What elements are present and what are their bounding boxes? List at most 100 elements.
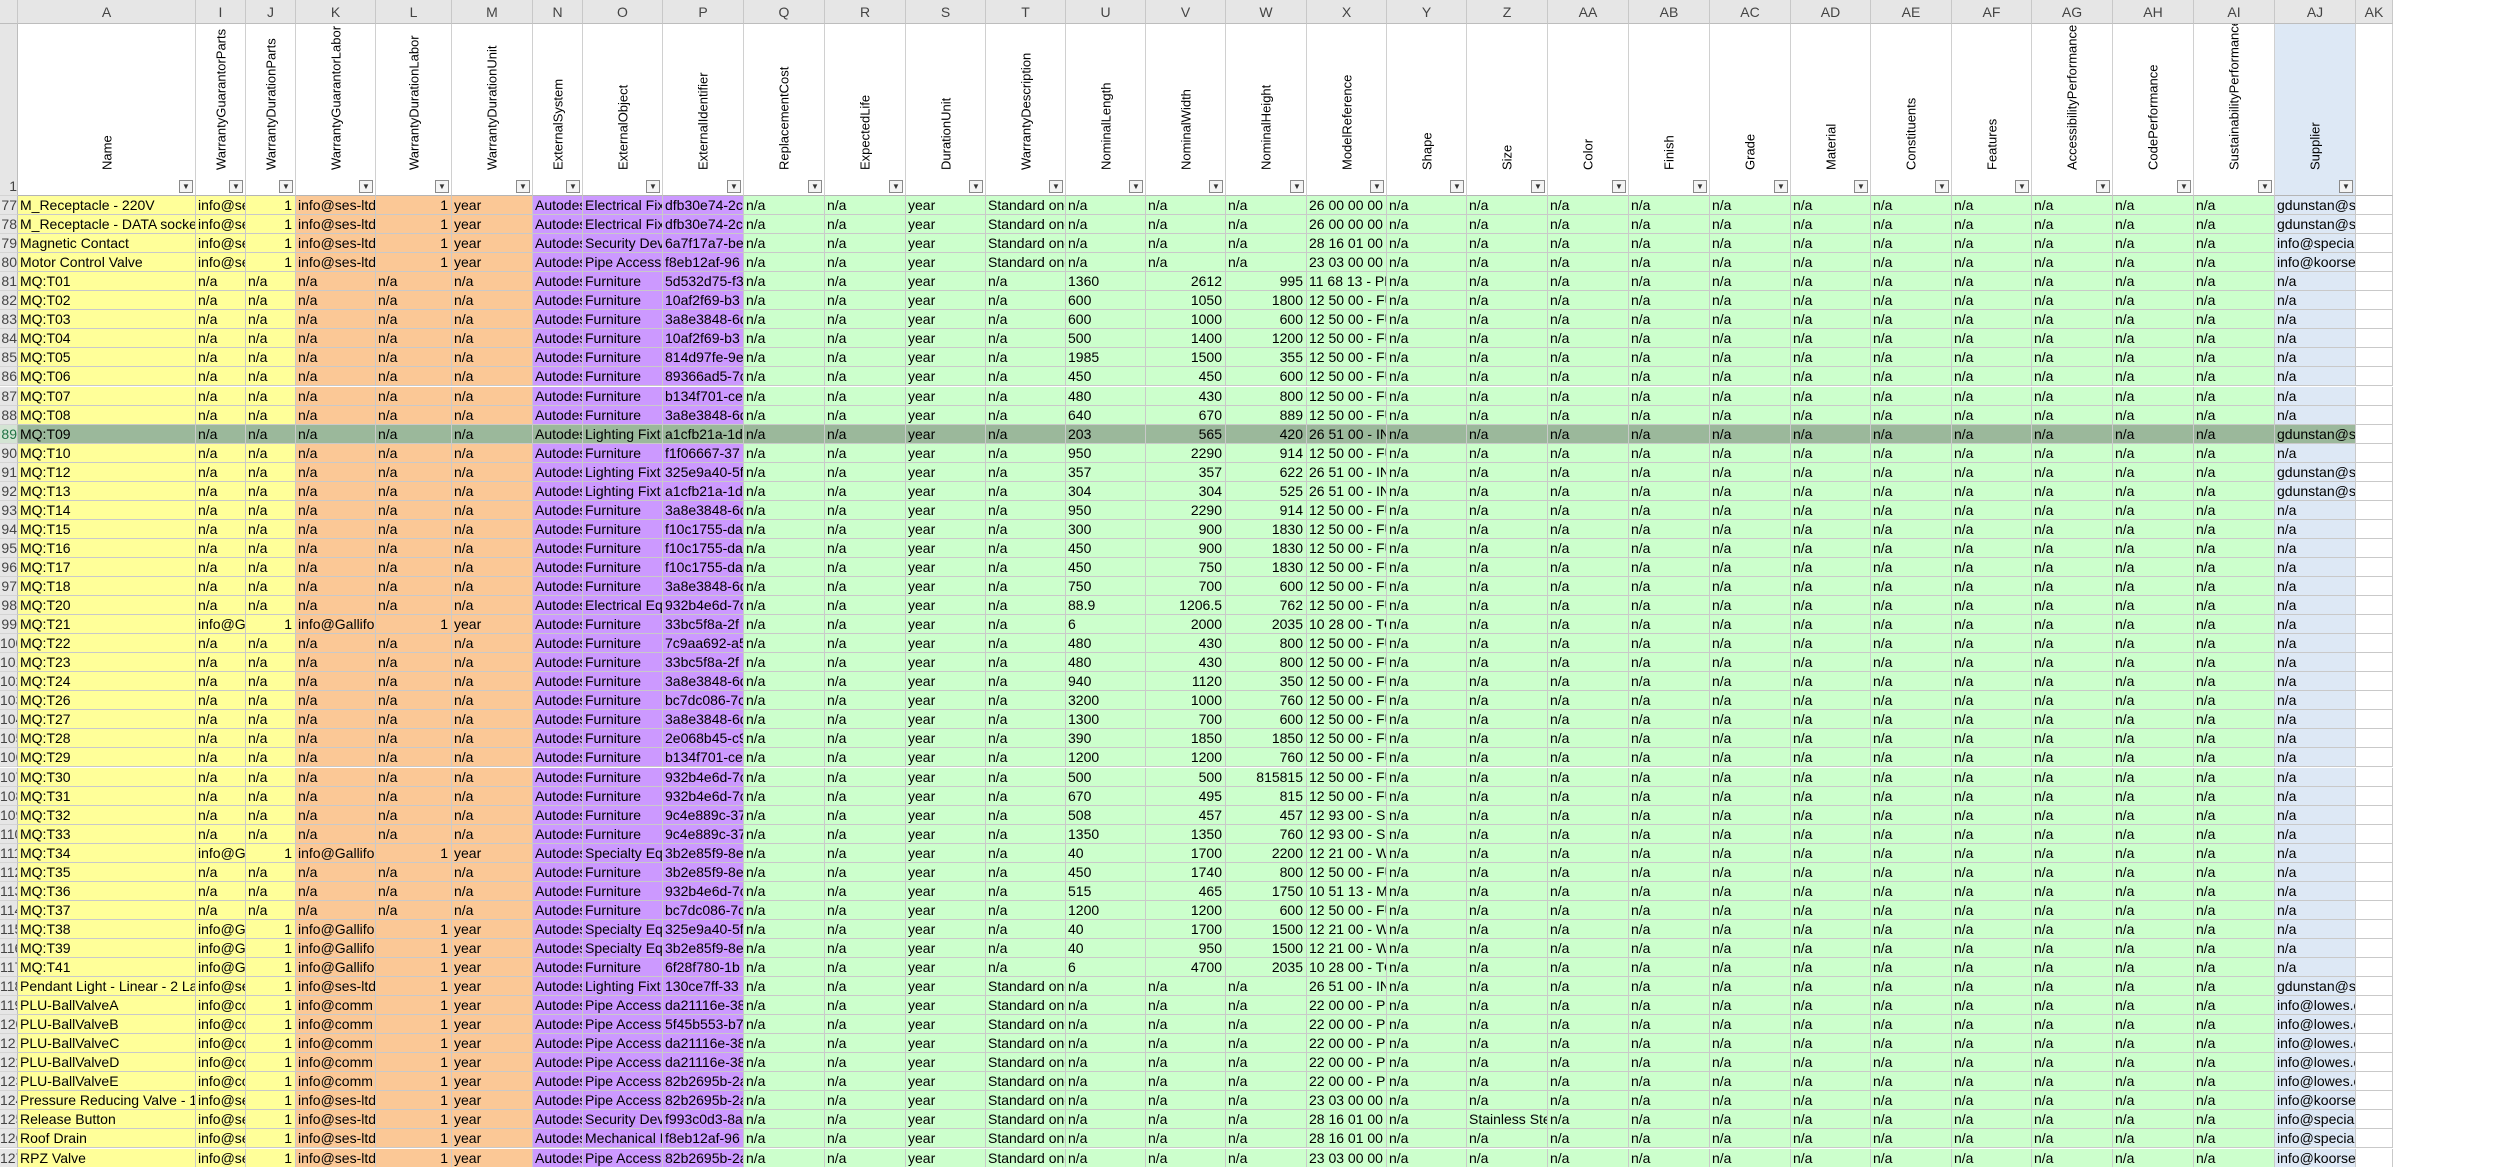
cell-name[interactable]: MQ:T18 <box>18 577 196 597</box>
cell-warrantydurationlabor[interactable]: 1 <box>376 843 452 863</box>
cell-warrantydescription[interactable]: n/a <box>986 653 1066 673</box>
cell-warrantydescription[interactable]: n/a <box>986 672 1066 692</box>
cell-name[interactable]: MQ:T31 <box>18 786 196 806</box>
cell-material[interactable]: n/a <box>1791 958 1871 978</box>
cell-constituents[interactable]: n/a <box>1871 348 1952 368</box>
cell-finish[interactable]: n/a <box>1629 253 1710 273</box>
cell-grade[interactable]: n/a <box>1710 462 1791 482</box>
header-cell-o[interactable]: ExternalObject ▼ <box>583 24 663 196</box>
cell-finish[interactable]: n/a <box>1629 958 1710 978</box>
cell-warrantydurationunit[interactable]: n/a <box>452 596 533 616</box>
cell-size[interactable]: n/a <box>1467 634 1548 654</box>
cell-warrantydurationparts[interactable]: 1 <box>246 1034 296 1054</box>
cell-warrantydescription[interactable]: Standard one <box>986 196 1066 216</box>
cell-warrantyguarantorparts[interactable]: n/a <box>196 538 246 558</box>
cell-empty[interactable] <box>2356 653 2393 673</box>
cell-warrantyguarantorparts[interactable]: n/a <box>196 805 246 825</box>
cell-durationunit[interactable]: year <box>906 843 986 863</box>
cell-externalsystem[interactable]: Autodesk Re <box>533 1091 583 1111</box>
cell-nominallength[interactable]: n/a <box>1066 977 1146 997</box>
column-letter-m[interactable]: M <box>452 0 533 24</box>
cell-replacementcost[interactable]: n/a <box>744 786 825 806</box>
cell-warrantyguarantorlabor[interactable]: n/a <box>296 653 376 673</box>
cell-warrantyguarantorlabor[interactable]: info@Gallifo <box>296 938 376 958</box>
cell-sustainabilityperformance[interactable]: n/a <box>2194 672 2275 692</box>
cell-accessibilityperformance[interactable]: n/a <box>2032 786 2113 806</box>
cell-externalsystem[interactable]: Autodesk Re <box>533 919 583 939</box>
header-cell-z[interactable]: Size ▼ <box>1467 24 1548 196</box>
cell-codeperformance[interactable]: n/a <box>2113 596 2194 616</box>
cell-nominalwidth[interactable]: 495 <box>1146 786 1226 806</box>
cell-constituents[interactable]: n/a <box>1871 310 1952 330</box>
header-cell-s[interactable]: DurationUnit ▼ <box>906 24 986 196</box>
cell-warrantydescription[interactable]: Standard one <box>986 977 1066 997</box>
cell-warrantydurationunit[interactable]: year <box>452 1015 533 1035</box>
cell-features[interactable]: n/a <box>1952 519 2032 539</box>
cell-codeperformance[interactable]: n/a <box>2113 424 2194 444</box>
cell-warrantydescription[interactable]: n/a <box>986 367 1066 387</box>
header-cell-ag[interactable]: AccessibilityPerformance ▼ <box>2032 24 2113 196</box>
cell-externalobject[interactable]: Security Dev <box>583 234 663 254</box>
cell-modelreference[interactable]: 11 68 13 - PL <box>1307 272 1387 292</box>
cell-nominalwidth[interactable]: 900 <box>1146 519 1226 539</box>
cell-warrantyguarantorparts[interactable]: n/a <box>196 500 246 520</box>
cell-durationunit[interactable]: year <box>906 538 986 558</box>
cell-externalsystem[interactable]: Autodesk Re <box>533 386 583 406</box>
cell-constituents[interactable]: n/a <box>1871 615 1952 635</box>
cell-warrantydurationparts[interactable]: n/a <box>246 519 296 539</box>
cell-shape[interactable]: n/a <box>1387 748 1467 768</box>
cell-nominallength[interactable]: 670 <box>1066 786 1146 806</box>
cell-warrantydurationparts[interactable]: 1 <box>246 919 296 939</box>
cell-durationunit[interactable]: year <box>906 1015 986 1035</box>
cell-finish[interactable]: n/a <box>1629 215 1710 235</box>
cell-shape[interactable]: n/a <box>1387 596 1467 616</box>
row-number[interactable]: 109 <box>0 805 18 825</box>
cell-warrantydurationlabor[interactable]: n/a <box>376 348 452 368</box>
cell-supplier[interactable]: n/a <box>2275 577 2356 597</box>
cell-warrantydescription[interactable]: n/a <box>986 538 1066 558</box>
cell-supplier[interactable]: info@lowes.com <box>2275 996 2356 1016</box>
cell-accessibilityperformance[interactable]: n/a <box>2032 253 2113 273</box>
row-number[interactable]: 1 <box>0 24 18 196</box>
cell-externalobject[interactable]: Furniture <box>583 748 663 768</box>
cell-nominalwidth[interactable]: n/a <box>1146 1129 1226 1149</box>
cell-warrantydescription[interactable]: Standard one <box>986 1072 1066 1092</box>
cell-nominalheight[interactable]: n/a <box>1226 196 1307 216</box>
cell-nominalheight[interactable]: 800 <box>1226 862 1307 882</box>
cell-replacementcost[interactable]: n/a <box>744 824 825 844</box>
cell-nominallength[interactable]: n/a <box>1066 1129 1146 1149</box>
cell-supplier[interactable]: n/a <box>2275 443 2356 463</box>
cell-accessibilityperformance[interactable]: n/a <box>2032 291 2113 311</box>
cell-warrantyguarantorlabor[interactable]: n/a <box>296 291 376 311</box>
cell-constituents[interactable]: n/a <box>1871 1129 1952 1149</box>
cell-codeperformance[interactable]: n/a <box>2113 862 2194 882</box>
cell-grade[interactable]: n/a <box>1710 748 1791 768</box>
cell-warrantyguarantorparts[interactable]: n/a <box>196 462 246 482</box>
cell-shape[interactable]: n/a <box>1387 196 1467 216</box>
cell-features[interactable]: n/a <box>1952 900 2032 920</box>
cell-constituents[interactable]: n/a <box>1871 1091 1952 1111</box>
cell-accessibilityperformance[interactable]: n/a <box>2032 310 2113 330</box>
filter-dropdown-icon[interactable]: ▼ <box>2177 180 2191 193</box>
cell-externalobject[interactable]: Furniture <box>583 405 663 425</box>
cell-warrantydurationunit[interactable]: year <box>452 1110 533 1130</box>
cell-constituents[interactable]: n/a <box>1871 577 1952 597</box>
cell-codeperformance[interactable]: n/a <box>2113 900 2194 920</box>
cell-material[interactable]: n/a <box>1791 596 1871 616</box>
cell-color[interactable]: n/a <box>1548 672 1629 692</box>
cell-nominallength[interactable]: 1350 <box>1066 824 1146 844</box>
cell-expectedlife[interactable]: n/a <box>825 234 906 254</box>
cell-constituents[interactable]: n/a <box>1871 215 1952 235</box>
cell-sustainabilityperformance[interactable]: n/a <box>2194 500 2275 520</box>
cell-accessibilityperformance[interactable]: n/a <box>2032 329 2113 349</box>
cell-name[interactable]: MQ:T33 <box>18 824 196 844</box>
row-number[interactable]: 113 <box>0 881 18 901</box>
cell-grade[interactable]: n/a <box>1710 843 1791 863</box>
cell-empty[interactable] <box>2356 519 2393 539</box>
cell-externalidentifier[interactable]: 82b2695b-2a <box>663 1091 744 1111</box>
cell-sustainabilityperformance[interactable]: n/a <box>2194 653 2275 673</box>
cell-features[interactable]: n/a <box>1952 215 2032 235</box>
cell-accessibilityperformance[interactable]: n/a <box>2032 462 2113 482</box>
cell-replacementcost[interactable]: n/a <box>744 215 825 235</box>
cell-grade[interactable]: n/a <box>1710 653 1791 673</box>
